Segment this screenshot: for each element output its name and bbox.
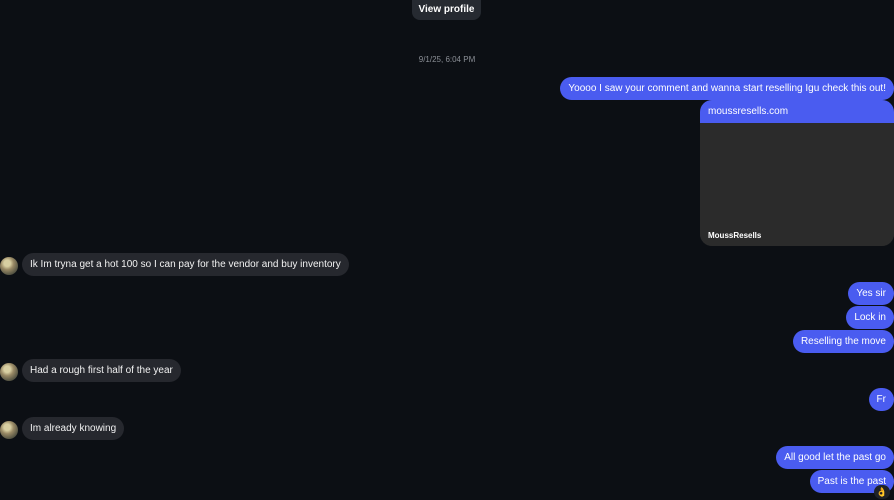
incoming-message[interactable]: Ik Im tryna get a hot 100 so I can pay f… xyxy=(22,253,349,276)
contact-avatar[interactable] xyxy=(0,257,18,275)
outgoing-message[interactable]: Yoooo I saw your comment and wanna start… xyxy=(560,77,894,100)
outgoing-message[interactable]: Yes sir xyxy=(848,282,894,305)
chat-thread: View profile 9/1/25, 6:04 PM Yoooo I saw… xyxy=(0,0,894,500)
outgoing-message[interactable]: All good let the past go xyxy=(776,446,894,469)
incoming-message[interactable]: Im already knowing xyxy=(22,417,125,440)
link-preview-card[interactable]: moussresells.com MoussResells xyxy=(700,100,894,246)
outgoing-message[interactable]: Reselling the move xyxy=(792,330,894,353)
contact-avatar[interactable] xyxy=(0,363,18,381)
incoming-message[interactable]: Had a rough first half of the year xyxy=(22,359,181,382)
message-timestamp: 9/1/25, 6:04 PM xyxy=(418,55,476,64)
link-preview-site-name: MoussResells xyxy=(708,231,762,240)
outgoing-message[interactable]: Lock in xyxy=(846,306,894,329)
ok-hand-reaction-icon[interactable]: 👌 xyxy=(874,485,890,499)
contact-avatar[interactable] xyxy=(0,421,18,439)
view-profile-button[interactable]: View profile xyxy=(412,0,481,20)
link-preview-image[interactable] xyxy=(700,123,894,246)
outgoing-message[interactable]: Fr xyxy=(868,388,894,411)
link-preview-url[interactable]: moussresells.com xyxy=(700,100,894,123)
